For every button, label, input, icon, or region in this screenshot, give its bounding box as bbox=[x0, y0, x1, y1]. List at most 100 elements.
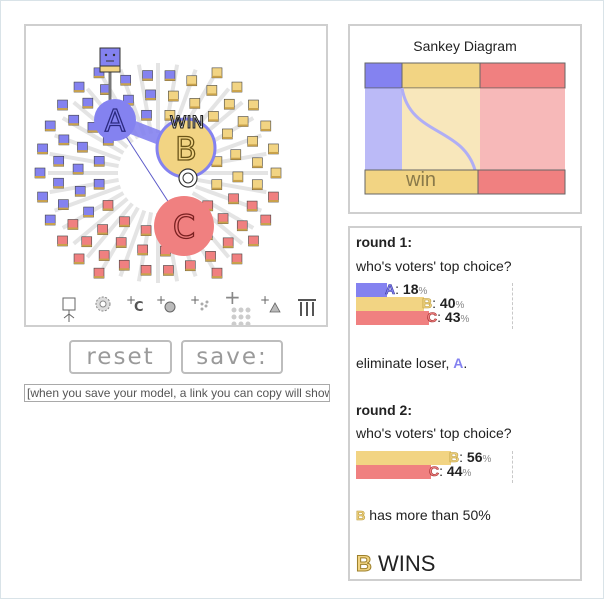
majority-line bbox=[512, 283, 513, 329]
simulation-canvas[interactable]: A B WIN C + C + + + + bbox=[24, 24, 328, 327]
round1-question: who's voters' top choice? bbox=[356, 258, 512, 274]
add-triangle-icon[interactable]: + bbox=[258, 292, 288, 325]
result-bar-c bbox=[356, 465, 431, 479]
voter-dot-base bbox=[119, 224, 130, 227]
add-voter-icon[interactable]: + bbox=[154, 292, 184, 325]
share-link-field[interactable]: [when you save your model, a link you ca… bbox=[24, 384, 330, 402]
voter-dot-base bbox=[35, 176, 45, 178]
svg-text:C: C bbox=[134, 300, 144, 315]
result-bar-b bbox=[356, 297, 424, 311]
save-button[interactable]: save: bbox=[181, 340, 283, 374]
voter-dot-base bbox=[74, 90, 85, 93]
voter-dot-base bbox=[224, 107, 235, 110]
sankey-top-a bbox=[364, 62, 403, 89]
add-candidate-icon[interactable]: + C bbox=[122, 292, 152, 325]
voter-dot-base bbox=[37, 200, 48, 203]
reset-button[interactable]: reset bbox=[69, 340, 172, 374]
voter-dot-base bbox=[73, 172, 84, 175]
voter-eye-left bbox=[104, 53, 108, 57]
round1-title: round 1: bbox=[356, 234, 412, 250]
voter-dot-base bbox=[94, 276, 104, 279]
voter-dot-base bbox=[58, 207, 69, 210]
voter-dot-base bbox=[74, 261, 85, 264]
voter-dot-base bbox=[58, 142, 69, 145]
voter-dot-base bbox=[205, 259, 216, 262]
voter-eye-right bbox=[112, 53, 116, 57]
vote-percent: 18 bbox=[402, 281, 419, 297]
sankey-flow-c bbox=[480, 88, 565, 170]
result-label-c: C: 43% bbox=[427, 309, 470, 326]
winner-badge: WIN bbox=[170, 113, 205, 133]
voter-dot-base bbox=[252, 187, 263, 190]
majority-text: has more than 50% bbox=[369, 507, 491, 523]
voter-dot-base bbox=[45, 128, 56, 131]
eliminate-period: . bbox=[463, 355, 468, 371]
candidate-letter: C bbox=[427, 309, 438, 326]
voter-dot-base bbox=[231, 261, 242, 264]
voter-dot-base bbox=[94, 164, 105, 167]
voter-dot-base bbox=[160, 254, 171, 257]
voter-dot-base bbox=[142, 78, 153, 81]
voter-dot-base bbox=[163, 273, 174, 276]
voter-dot-base bbox=[82, 106, 93, 109]
voter-tool-icon[interactable] bbox=[54, 292, 84, 325]
voter-dot-base bbox=[223, 245, 234, 248]
sankey-top-c bbox=[479, 62, 566, 89]
voter-dot-base bbox=[208, 119, 219, 122]
voter-dot-base bbox=[75, 194, 86, 197]
winner-line: B WINS bbox=[356, 551, 436, 577]
voter-dot-base bbox=[268, 200, 279, 203]
candidate-c-label: C bbox=[173, 208, 195, 246]
voter-dot-base bbox=[206, 93, 217, 96]
winner-candidate: B bbox=[356, 551, 373, 577]
voter-dot-base bbox=[53, 164, 64, 167]
candidate-letter: C bbox=[429, 463, 440, 480]
voter-dot-base bbox=[87, 130, 98, 133]
voter-dot-base bbox=[97, 232, 108, 235]
voter-dot-base bbox=[260, 128, 271, 131]
svg-text:+: + bbox=[156, 293, 166, 307]
voter-dot-base bbox=[137, 252, 148, 255]
add-many-voters-icon[interactable]: + bbox=[222, 292, 252, 325]
gear-tool-icon[interactable] bbox=[88, 292, 118, 325]
majority-line-2 bbox=[512, 451, 513, 483]
voter-dot-base bbox=[94, 187, 105, 190]
svg-text:+: + bbox=[224, 292, 241, 309]
voter-dot-base bbox=[68, 123, 79, 126]
eliminate-text: eliminate loser, bbox=[356, 355, 450, 371]
voter-dot-base bbox=[77, 150, 88, 153]
voter-dot-base bbox=[231, 90, 242, 93]
voter-dot-base bbox=[83, 215, 94, 218]
voter-dot-base bbox=[141, 273, 152, 276]
add-voter-crowd-icon[interactable]: + bbox=[188, 292, 218, 325]
voter-dot-base bbox=[141, 118, 152, 121]
voter-dot-base bbox=[247, 144, 258, 147]
voter-dot-base bbox=[260, 223, 271, 226]
columns-icon[interactable] bbox=[292, 292, 322, 325]
results-panel: round 1: who's voters' top choice? A: 18… bbox=[348, 226, 582, 581]
voter-dot-base bbox=[94, 75, 104, 78]
voter-dot-base bbox=[189, 106, 200, 109]
candidate-b-label: B bbox=[175, 130, 197, 168]
winner-text: WINS bbox=[378, 551, 436, 576]
voter-dot-base bbox=[168, 99, 179, 102]
voter-dot-base bbox=[37, 151, 48, 154]
single-voter-base bbox=[99, 65, 121, 73]
result-label-c: C: 44% bbox=[429, 463, 472, 480]
voter-dot-base bbox=[211, 187, 222, 190]
voter-dot-base bbox=[230, 157, 241, 160]
voter-dot-base bbox=[120, 83, 131, 86]
voter-dot-base bbox=[248, 108, 259, 111]
eliminated-candidate: A bbox=[453, 355, 464, 371]
voter-dot-base bbox=[237, 228, 248, 231]
voter-dot-base bbox=[103, 143, 114, 146]
voter-dot-base bbox=[53, 186, 64, 189]
voter-dot-base bbox=[164, 78, 175, 81]
round2-question: who's voters' top choice? bbox=[356, 425, 512, 441]
svg-text:+: + bbox=[190, 293, 200, 307]
simulation-drawing[interactable]: A BWIN C bbox=[26, 26, 326, 325]
voter-dot-base bbox=[211, 164, 222, 167]
voter-dot-base bbox=[116, 245, 127, 248]
voter-dot-base bbox=[45, 223, 56, 226]
voter-dot-base bbox=[141, 233, 152, 236]
